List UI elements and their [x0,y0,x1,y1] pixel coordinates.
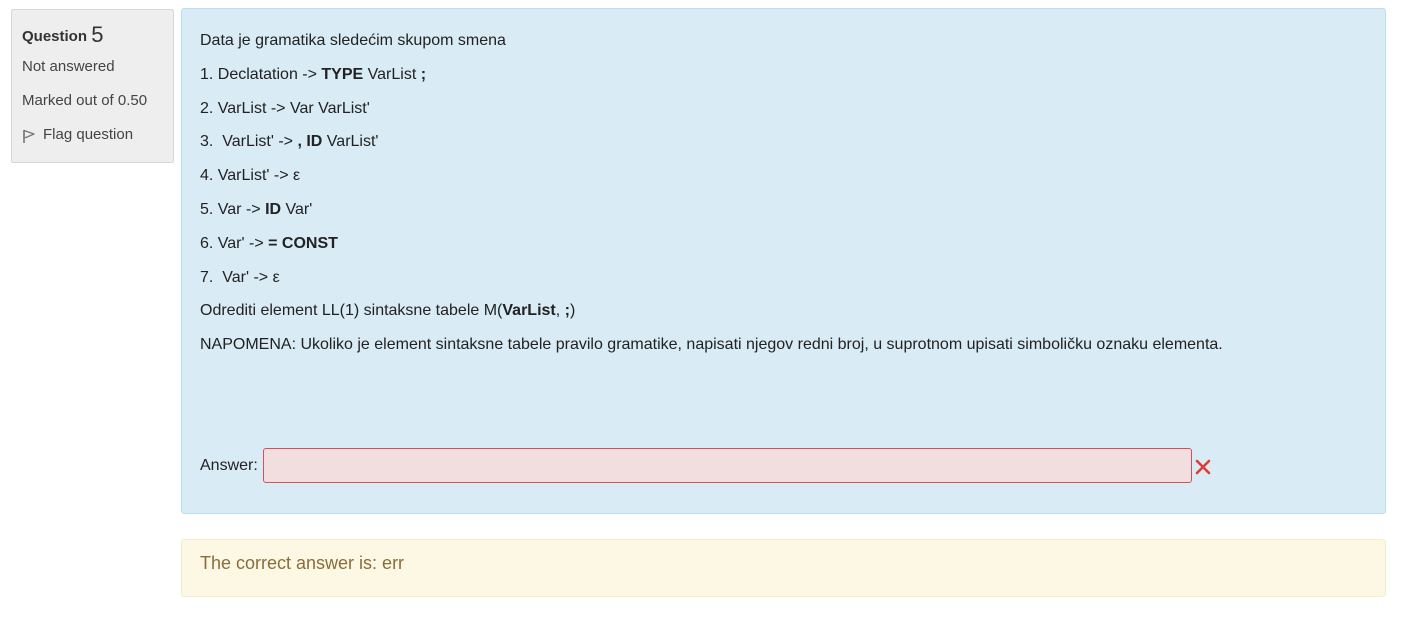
answer-row: Answer: [200,447,1212,484]
question-label: Question [22,28,88,45]
grammar-rule-7: 7. Var' -> ε [200,268,280,286]
feedback-panel: The correct answer is: err [181,539,1386,597]
question-task: Odrediti element LL(1) sintaksne tabele … [200,302,576,320]
question-number: 5 [91,22,104,47]
grammar-rule-6: 6. Var' -> = CONST [200,234,338,252]
grammar-rule-2: 2. VarList -> Var VarList' [200,99,370,117]
question-state: Not answered [22,58,115,75]
question-text: Data je gramatika sledećim skupom smena … [200,29,1320,367]
question-content-panel: Data je gramatika sledećim skupom smena … [181,8,1386,514]
flag-icon [23,129,35,143]
flag-question-label: Flag question [43,126,134,143]
grammar-rule-5: 5. Var -> ID Var' [200,200,313,218]
correct-answer-text: The correct answer is: err [200,553,405,573]
answer-label: Answer: [200,456,258,474]
question-note: NAPOMENA: Ukoliko je element sintaksne t… [200,336,1223,354]
flag-question-link[interactable]: Flag question [22,125,163,144]
grammar-rule-4: 4. VarList' -> ε [200,167,301,185]
question-number-heading: Question 5 [22,22,163,48]
grammar-rule-3: 3. VarList' -> , ID VarList' [200,133,379,151]
cross-icon [1195,459,1211,474]
question-page: Question 5 Not answered Marked out of 0.… [0,0,1402,638]
answer-input[interactable] [262,448,1192,483]
question-info-panel: Question 5 Not answered Marked out of 0.… [11,9,174,163]
grammar-rule-1: 1. Declatation -> TYPE VarList ; [200,65,427,83]
question-grade: Marked out of 0.50 [22,92,148,109]
question-intro: Data je gramatika sledećim skupom smena [200,32,506,49]
